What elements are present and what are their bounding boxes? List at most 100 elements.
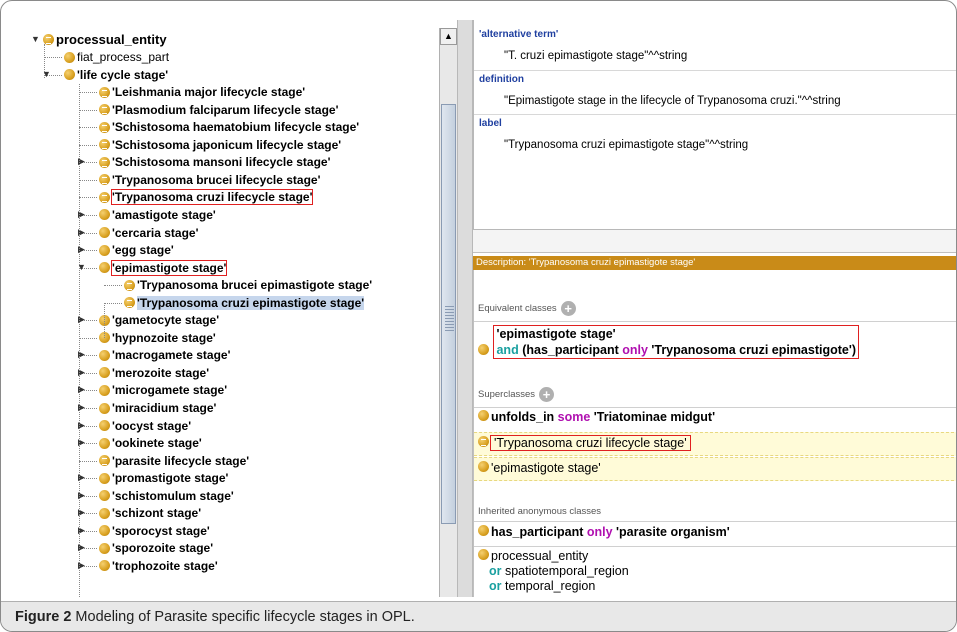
tree-guide-line [44, 44, 45, 78]
superclass-row[interactable]: unfolds_in some 'Triatominae midgut' [474, 410, 956, 430]
tree-item[interactable]: 'Plasmodium falciparum lifecycle stage' [99, 101, 338, 119]
expand-toggle-icon[interactable]: ▶ [76, 156, 87, 167]
expand-toggle-icon[interactable]: ▶ [76, 402, 87, 413]
tree-item-label: 'gametocyte stage' [112, 313, 220, 328]
expand-toggle-icon[interactable]: ▼ [30, 34, 41, 45]
tree-item-label: fiat_process_part [77, 50, 170, 64]
expand-toggle-icon[interactable]: ▶ [76, 227, 87, 238]
description-header: Description: 'Trypanosoma cruzi epimasti… [473, 256, 956, 270]
tree-item-label: 'epimastigote stage' [110, 259, 228, 276]
tree-item[interactable]: 'Trypanosoma brucei epimastigote stage' [124, 276, 372, 294]
expand-toggle-icon[interactable]: ▶ [76, 367, 87, 378]
tree-item[interactable]: 'sporocyst stage' [99, 522, 210, 540]
tree-item-label: 'hypnozoite stage' [112, 330, 216, 345]
tree-item[interactable]: 'Schistosoma mansoni lifecycle stage' [99, 153, 330, 171]
caption-text: Modeling of Parasite specific lifecycle … [71, 609, 415, 625]
class-icon [478, 461, 489, 472]
superclass-row[interactable]: 'epimastigote stage' [474, 457, 956, 481]
tree-item[interactable]: 'ookinete stage' [99, 434, 202, 452]
class-icon [478, 344, 489, 355]
tree-item[interactable]: 'miracidium stage' [99, 399, 216, 417]
expand-toggle-icon[interactable]: ▶ [76, 525, 87, 536]
tree-scrollbar[interactable]: ▲ [439, 28, 457, 597]
superclass-row[interactable]: 'Trypanosoma cruzi lifecycle stage' [474, 432, 956, 456]
equivalent-expression-box: 'epimastigote stage' and (has_participan… [493, 325, 859, 359]
add-superclass-icon[interactable]: + [539, 387, 555, 402]
collapse-toggle-icon[interactable]: ▼ [76, 262, 87, 273]
tree-connector [104, 285, 122, 287]
tree-item[interactable]: 'Schistosoma japonicum lifecycle stage' [99, 136, 341, 154]
split-pane-divider[interactable] [457, 20, 473, 597]
tree-item[interactable]: 'cercaria stage' [99, 224, 198, 242]
protege-screenshot: ▼ processual_entity fiat_process_part 'li… [24, 20, 956, 597]
tree-item[interactable]: 'oocyst stage' [99, 417, 191, 435]
tree-item[interactable]: 'Trypanosoma cruzi epimastigote stage' [124, 294, 365, 312]
expand-toggle-icon[interactable]: ▶ [76, 560, 87, 571]
tree-item[interactable]: 'hypnozoite stage' [99, 329, 216, 347]
class-icon [99, 227, 110, 238]
figure-frame: ▼ processual_entity fiat_process_part 'li… [0, 0, 957, 632]
tree-item[interactable]: 'life cycle stage' [64, 66, 168, 84]
tree-item[interactable]: 'egg stage' [99, 241, 174, 259]
defined-class-icon [99, 174, 110, 186]
tree-guide-line [79, 84, 80, 597]
tree-item[interactable]: 'Trypanosoma brucei lifecycle stage' [99, 171, 320, 189]
expand-toggle-icon[interactable]: ▶ [76, 437, 87, 448]
tree-item[interactable]: 'amastigote stage' [99, 206, 216, 224]
add-equivalent-class-icon[interactable]: + [560, 301, 576, 316]
tree-item[interactable]: 'schistomulum stage' [99, 487, 234, 505]
expand-toggle-icon[interactable]: ▶ [76, 507, 87, 518]
annotation-property[interactable]: definition "Epimastigote stage in the lif… [474, 70, 956, 114]
tree-item-label: 'macrogamete stage' [112, 348, 231, 363]
annotation-property[interactable]: 'alternative term' "T. cruzi epimastigote… [474, 26, 956, 70]
class-icon [478, 410, 489, 421]
tree-item[interactable]: 'Trypanosoma cruzi lifecycle stage' [99, 188, 314, 206]
tree-item[interactable]: 'merozoite stage' [99, 364, 209, 382]
figure-number: Figure 2 [15, 609, 72, 625]
scroll-thumb[interactable] [441, 104, 456, 524]
tree-item-label: 'merozoite stage' [112, 365, 210, 380]
tree-item[interactable]: 'promastigote stage' [99, 469, 228, 487]
tree-root-row[interactable]: ▼ processual_entity [30, 30, 167, 48]
tree-item[interactable]: 'macrogamete stage' [99, 346, 230, 364]
tree-item[interactable]: 'parasite lifecycle stage' [99, 452, 249, 470]
expand-toggle-icon[interactable]: ▶ [76, 384, 87, 395]
annotation-value: "Trypanosoma cruzi epimastigote stage"^^… [504, 139, 749, 151]
tree-item[interactable]: 'epimastigote stage' [99, 259, 228, 277]
tree-item-label: 'ookinete stage' [112, 436, 202, 451]
tree-item[interactable]: fiat_process_part [64, 48, 169, 66]
expand-toggle-icon[interactable]: ▶ [76, 349, 87, 360]
tree-connector [79, 337, 97, 339]
scroll-up-arrow-icon[interactable]: ▲ [440, 28, 457, 45]
class-icon [99, 507, 110, 519]
expand-toggle-icon[interactable]: ▶ [76, 472, 87, 483]
tree-item[interactable]: 'gametocyte stage' [99, 311, 219, 329]
tree-item-label: 'egg stage' [112, 243, 174, 258]
class-icon [64, 51, 75, 63]
tree-connector [104, 302, 122, 304]
annotation-key: label [479, 118, 502, 129]
expand-toggle-icon[interactable]: ▶ [76, 314, 87, 325]
defined-class-icon [99, 156, 110, 168]
tree-item[interactable]: 'trophozoite stage' [99, 557, 218, 575]
tree-item[interactable]: 'Leishmania major lifecycle stage' [99, 83, 305, 101]
inherited-class-row[interactable]: has_participant only 'parasite organism' [474, 525, 956, 545]
tree-item[interactable]: 'microgamete stage' [99, 381, 227, 399]
tree-item[interactable]: 'sporozoite stage' [99, 539, 213, 557]
equivalent-class-expression[interactable]: 'epimastigote stage' and (has_participan… [478, 325, 956, 359]
tree-item[interactable]: 'Schistosoma haematobium lifecycle stage… [99, 118, 359, 136]
expand-toggle-icon[interactable]: ▶ [76, 209, 87, 220]
tree-item-label: 'schistomulum stage' [112, 488, 234, 503]
expand-toggle-icon[interactable]: ▶ [76, 490, 87, 501]
defined-class-icon [99, 191, 110, 203]
annotation-property[interactable]: label "Trypanosoma cruzi epimastigote sta… [474, 114, 956, 158]
tree-item-label: 'trophozoite stage' [112, 558, 218, 573]
tree-item-label: 'sporozoite stage' [112, 541, 214, 556]
expand-toggle-icon[interactable]: ▶ [76, 244, 87, 255]
collapse-toggle-icon[interactable]: ▼ [41, 69, 52, 80]
inherited-class-row[interactable]: processual_entity or spatiotemporal_regi… [474, 549, 956, 594]
tree-item[interactable]: 'schizont stage' [99, 504, 201, 522]
expand-toggle-icon[interactable]: ▶ [76, 420, 87, 431]
tree-item-label: 'cercaria stage' [112, 225, 199, 240]
expand-toggle-icon[interactable]: ▶ [76, 542, 87, 553]
